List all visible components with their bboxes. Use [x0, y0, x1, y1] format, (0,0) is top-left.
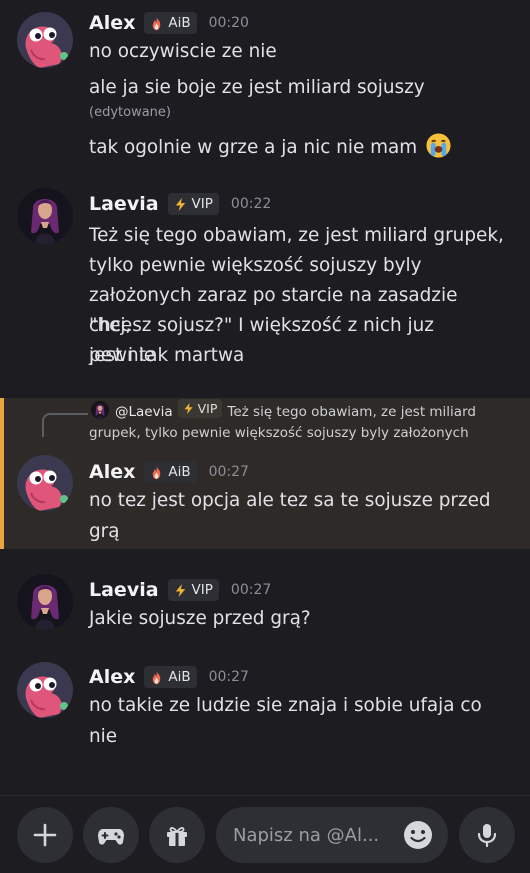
fire-icon: [149, 16, 164, 31]
message-text[interactable]: tylko pewnie większość sojuszy byly: [89, 251, 504, 281]
message-text[interactable]: jest i tak martwa: [89, 341, 504, 371]
badge-label: AiB: [168, 669, 191, 685]
edited-label: (edytowane): [89, 105, 171, 120]
badge-label: AiB: [168, 15, 191, 31]
author-name[interactable]: Alex: [89, 461, 135, 483]
message-text[interactable]: no takie ze ludzie sie znaja i sobie ufa…: [89, 691, 504, 721]
woman-purple-hair-avatar-icon: [91, 401, 109, 419]
reply-text: Też się tego obawiam, ze jest miliard: [227, 404, 476, 420]
pink-worm-avatar-icon: [17, 455, 73, 511]
role-badge[interactable]: VIP: [167, 579, 219, 601]
author-name[interactable]: Laevia: [89, 193, 159, 215]
message-text[interactable]: ale ja sie boje ze jest miliard sojuszy: [89, 73, 504, 103]
badge-label: VIP: [191, 196, 213, 212]
badge-label: VIP: [197, 400, 218, 416]
attach-button[interactable]: [17, 807, 73, 863]
message-text[interactable]: no tez jest opcja ale tez sa te sojusze …: [89, 486, 504, 516]
lightning-icon: [182, 402, 195, 415]
woman-purple-hair-avatar-icon: [17, 574, 73, 630]
gift-icon: [167, 827, 187, 846]
message-header: Laevia VIP 00:22: [89, 191, 271, 217]
mention-highlight-bar: [0, 398, 4, 549]
author-name[interactable]: Alex: [89, 12, 135, 34]
author-name[interactable]: Laevia: [89, 579, 159, 601]
lightning-icon: [173, 583, 188, 598]
activities-button[interactable]: [83, 807, 139, 863]
reply-author: @Laevia: [115, 404, 173, 420]
reply-author-avatar[interactable]: [91, 401, 109, 419]
author-name[interactable]: Alex: [89, 666, 135, 688]
timestamp: 00:27: [230, 582, 272, 598]
role-badge[interactable]: AiB: [144, 461, 197, 483]
reply-preview-continued[interactable]: grupek, tylko pewnie większość sojuszy b…: [89, 422, 469, 444]
fire-icon: [149, 465, 164, 480]
badge-label: AiB: [168, 464, 191, 480]
message-header: Alex AiB 00:20: [89, 10, 249, 36]
message-text[interactable]: no oczywiscie ze nie: [89, 37, 504, 67]
role-badge[interactable]: VIP: [167, 193, 219, 215]
message-text[interactable]: Jakie sojusze przed grą?: [89, 604, 504, 634]
emoji-button[interactable]: [402, 819, 434, 851]
message-text[interactable]: tak ogolnie w grze a ja nic nie mam: [89, 132, 504, 169]
user-avatar-alex[interactable]: [17, 455, 73, 511]
timestamp: 00:20: [208, 15, 249, 31]
message-list[interactable]: Alex AiB 00:20 no oczywiscie ze nie ale …: [0, 0, 530, 795]
message-composer: [0, 796, 530, 873]
message-text[interactable]: Też się tego obawiam, ze jest miliard gr…: [89, 221, 504, 251]
message-header: Alex AiB 00:27: [89, 664, 249, 690]
gift-button[interactable]: [149, 807, 205, 863]
woman-purple-hair-avatar-icon: [17, 188, 73, 244]
message-text[interactable]: grą: [89, 517, 504, 547]
gamepad-icon: [98, 829, 124, 845]
emoji-icon: [404, 821, 432, 849]
timestamp: 00:22: [230, 196, 272, 212]
message-text[interactable]: nie: [89, 722, 504, 752]
user-avatar-laevia[interactable]: [17, 574, 73, 630]
message-text-content: tak ogolnie w grze a ja nic nie mam: [89, 137, 418, 158]
user-avatar-laevia[interactable]: [17, 188, 73, 244]
lightning-icon: [173, 197, 188, 212]
reply-role-badge: VIP: [177, 399, 223, 418]
reply-preview[interactable]: @Laevia VIP Też się tego obawiam, ze jest …: [115, 399, 476, 423]
pink-worm-avatar-icon: [17, 662, 73, 718]
message-header: Laevia VIP 00:27: [89, 577, 271, 603]
user-avatar-alex[interactable]: [17, 662, 73, 718]
role-badge[interactable]: AiB: [144, 12, 197, 34]
voice-message-button[interactable]: [459, 807, 515, 863]
timestamp: 00:27: [208, 464, 249, 480]
message-header: Alex AiB 00:27: [89, 459, 249, 485]
pink-worm-avatar-icon: [17, 12, 73, 68]
message-input[interactable]: [233, 807, 393, 863]
timestamp: 00:27: [208, 669, 249, 685]
badge-label: VIP: [191, 582, 213, 598]
fire-icon: [149, 670, 164, 685]
reply-connector: [42, 413, 88, 437]
role-badge[interactable]: AiB: [144, 666, 197, 688]
microphone-icon: [477, 824, 497, 848]
plus-icon: [33, 823, 57, 847]
loudly-crying-face-emoji-icon: [425, 132, 452, 169]
message-input-box[interactable]: [216, 807, 448, 863]
user-avatar-alex[interactable]: [17, 12, 73, 68]
